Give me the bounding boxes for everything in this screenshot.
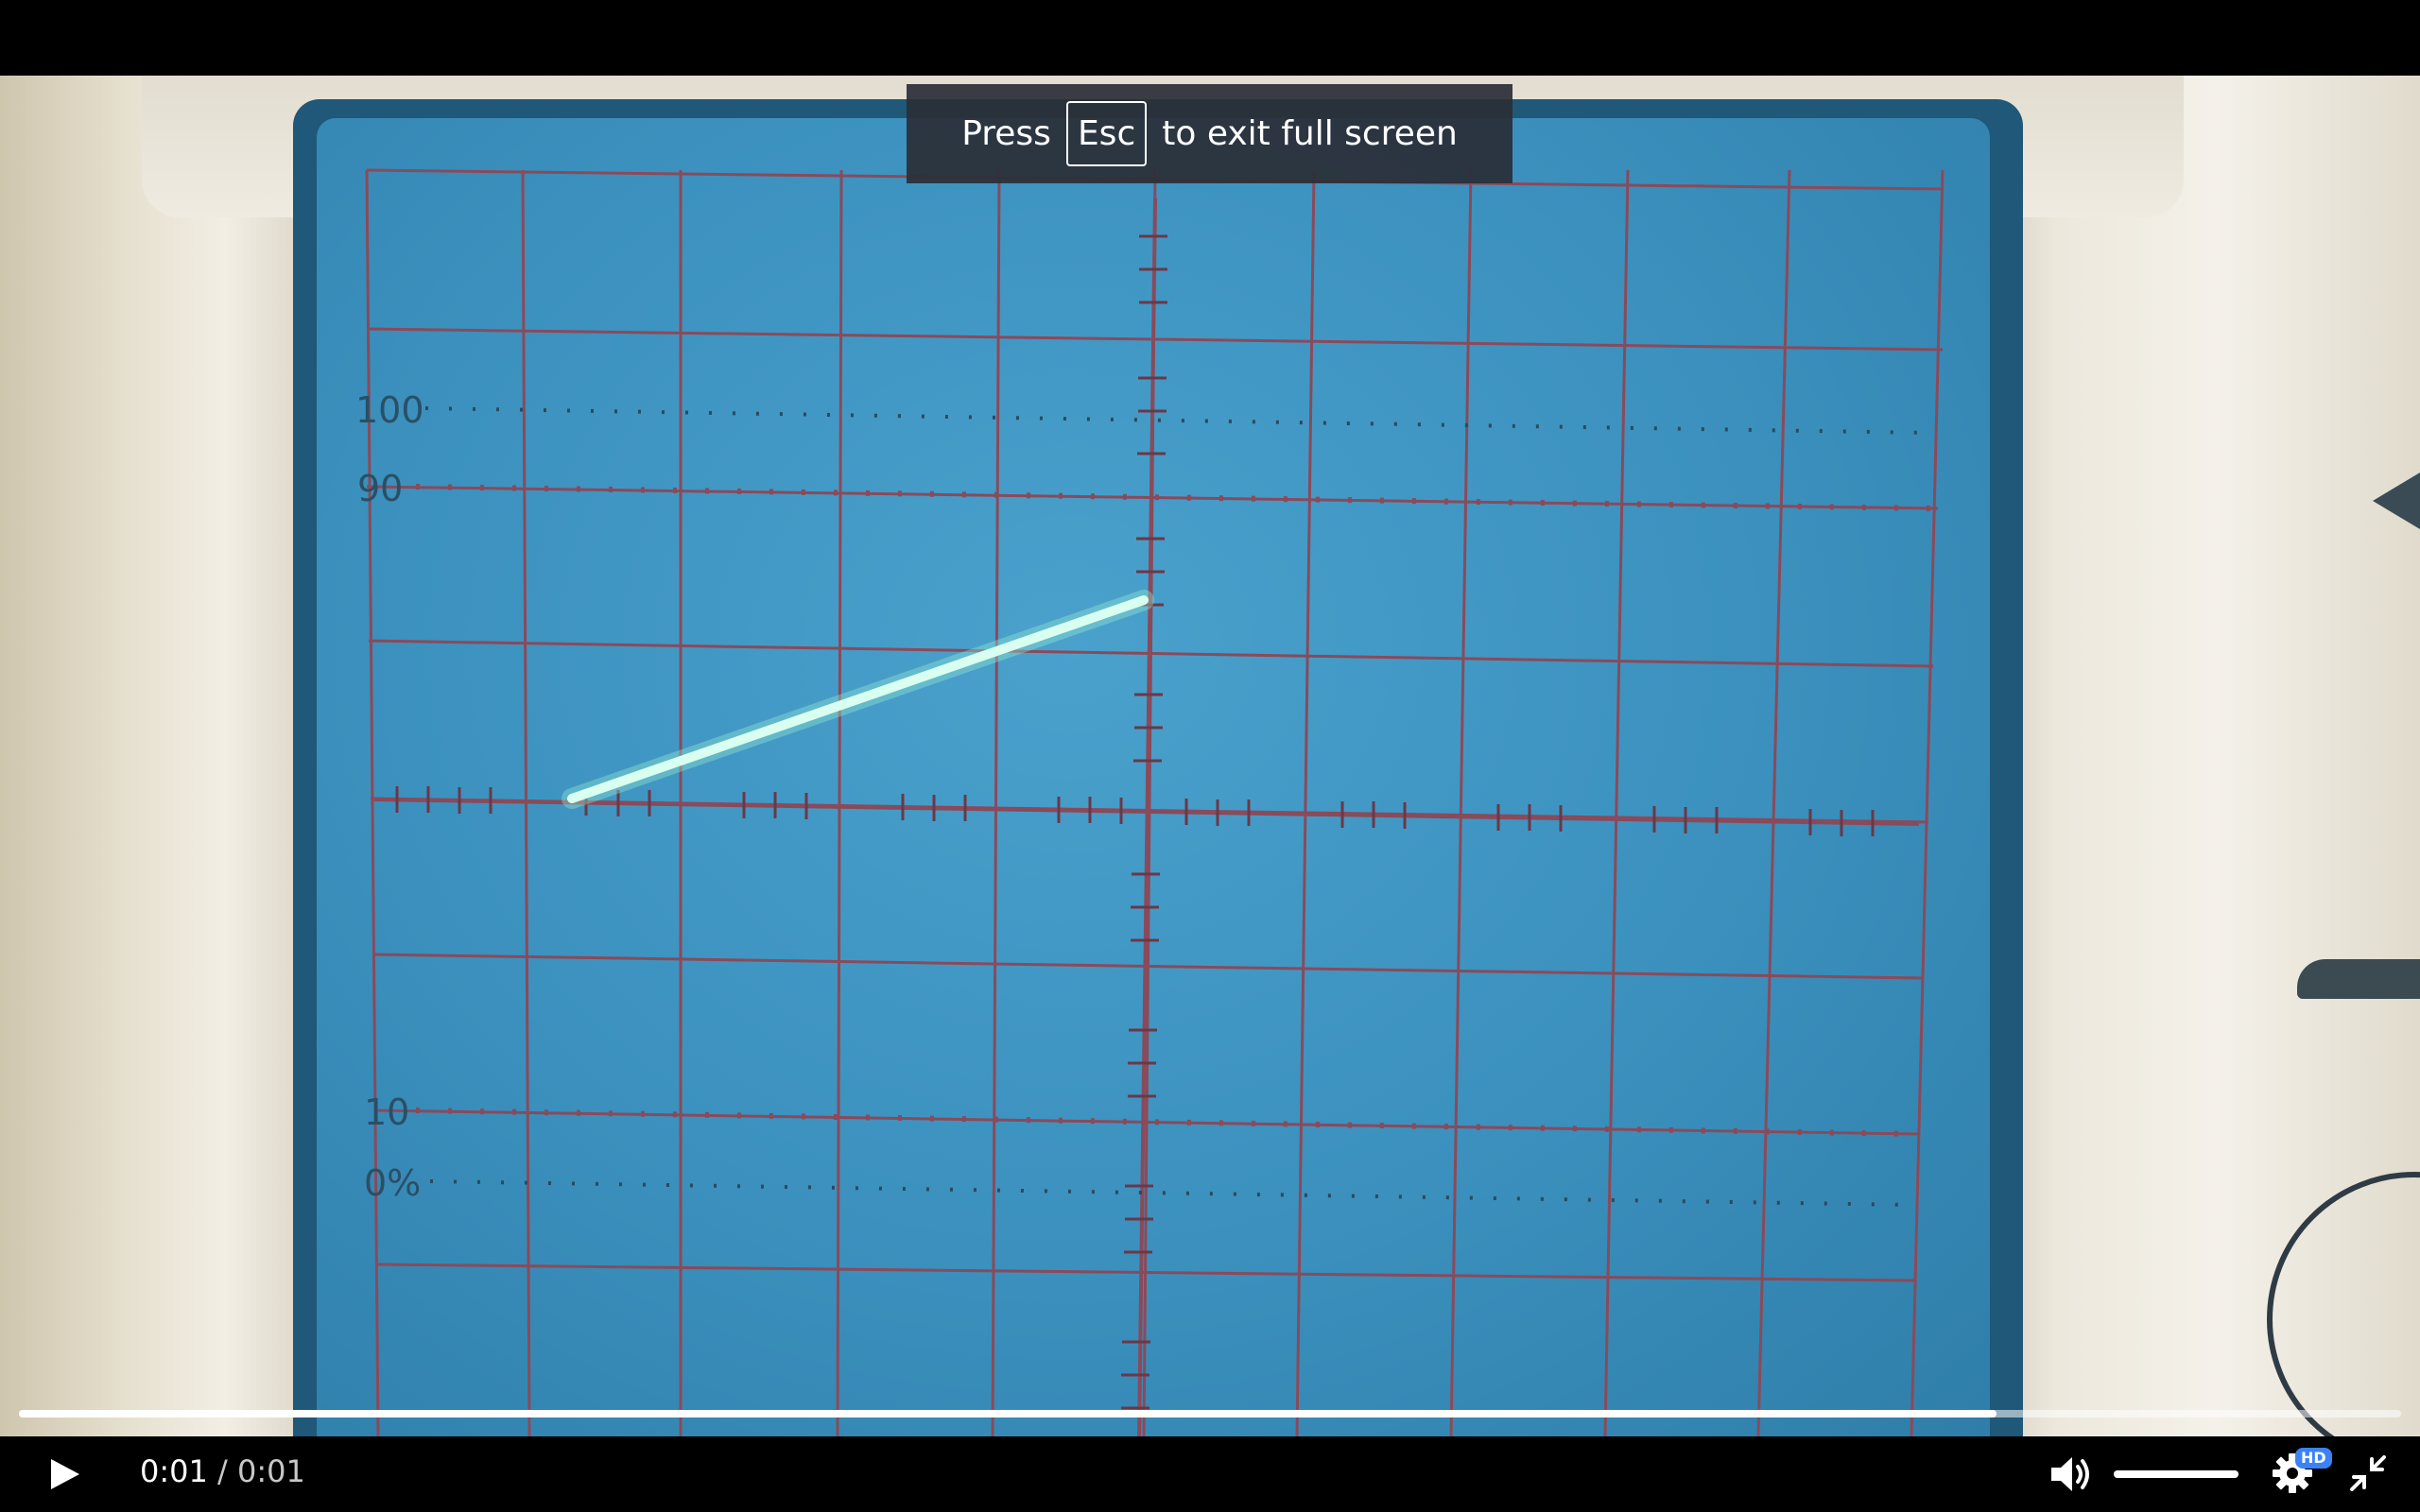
seek-bar[interactable] [19, 1410, 2401, 1418]
bezel-marker-triangle [2373, 472, 2420, 529]
graticule: 100 90 10 0% [355, 168, 1945, 1436]
esc-key-hint: Esc [1065, 101, 1148, 166]
axis-ticks [395, 234, 1875, 1410]
toast-press-text: Press [961, 114, 1051, 153]
time-display: 0:01 / 0:01 [140, 1453, 305, 1489]
duration: 0:01 [236, 1453, 305, 1489]
signal-trace [562, 590, 1154, 809]
seek-bar-played [19, 1410, 1996, 1418]
fullscreen-exit-toast: Press Esc to exit full screen [907, 84, 1512, 183]
toast-suffix-text: to exit full screen [1162, 114, 1458, 153]
label-10: 10 [364, 1091, 409, 1133]
current-time: 0:01 [140, 1453, 208, 1489]
volume-slider-level [2114, 1470, 2238, 1478]
video-frame[interactable]: 100 90 10 0% [0, 76, 2420, 1436]
exit-fullscreen-icon[interactable] [2348, 1453, 2388, 1493]
grid-lines [365, 168, 1945, 1436]
label-100: 100 [355, 389, 424, 431]
volume-slider[interactable] [2114, 1470, 2238, 1478]
label-0-percent: 0% [364, 1162, 421, 1204]
volume-icon[interactable] [2049, 1453, 2093, 1495]
time-separator: / [217, 1453, 228, 1489]
label-90: 90 [357, 468, 403, 509]
play-icon[interactable] [45, 1455, 83, 1493]
hd-badge: HD [2295, 1448, 2332, 1469]
bezel-marker-bar [2297, 959, 2420, 999]
video-control-bar: 0:01 / 0:01 HD [0, 1436, 2420, 1512]
